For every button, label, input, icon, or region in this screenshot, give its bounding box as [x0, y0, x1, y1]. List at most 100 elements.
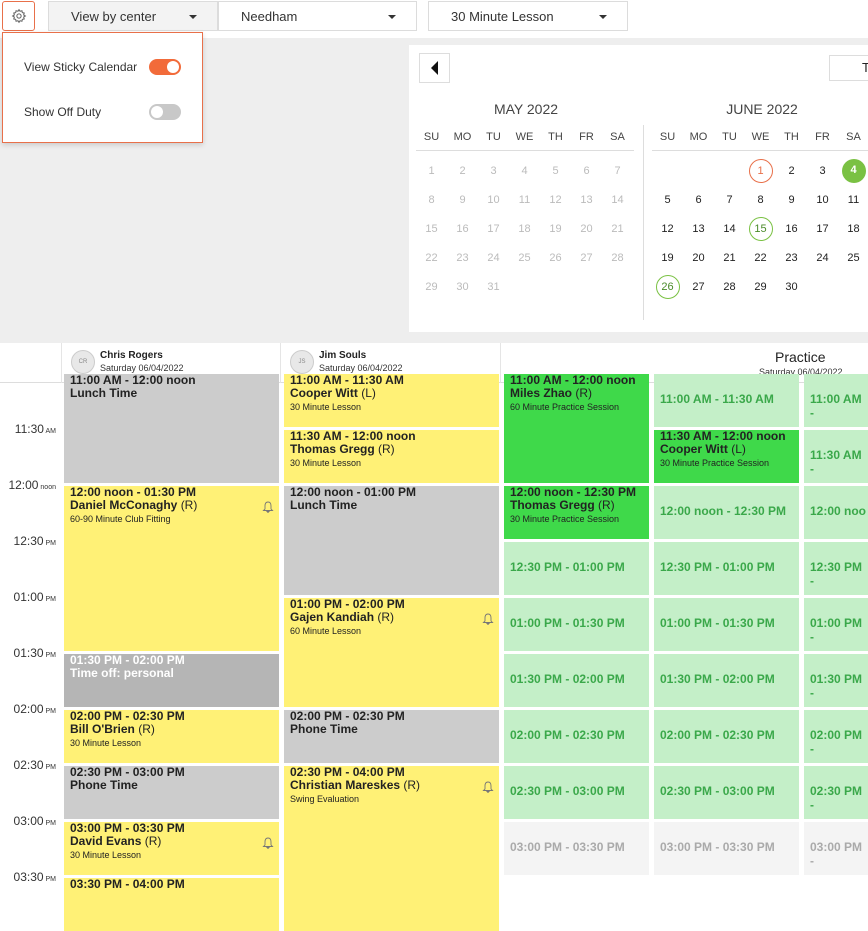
open-slot[interactable]: 01:00 PM - 01:30 PM [504, 598, 649, 651]
calendar-day[interactable]: 20 [571, 217, 602, 241]
appointment[interactable]: 03:30 PM - 04:00 PM [64, 878, 279, 931]
open-slot[interactable]: 03:00 PM - 03:30 PM [504, 822, 649, 875]
open-slot[interactable]: 02:30 PM - 03:00 PM [654, 766, 799, 819]
open-slot[interactable]: 02:00 PM - 02:30 PM [654, 710, 799, 763]
appointment[interactable]: 12:00 noon - 01:30 PM Daniel McConaghy (R… [64, 486, 279, 651]
calendar-day[interactable]: 19 [652, 246, 683, 270]
open-slot[interactable]: 12:00 noon - 12:30 PM [654, 486, 799, 539]
calendar-day[interactable]: 9 [447, 188, 478, 212]
open-slot[interactable]: 11:30 AM - [804, 430, 868, 483]
appointment[interactable]: 02:00 PM - 02:30 PM Bill O'Brien (R) 30 Mi… [64, 710, 279, 763]
calendar-day[interactable]: 28 [602, 246, 633, 270]
appointment[interactable]: 01:00 PM - 02:00 PM Gajen Kandiah (R) 60 M… [284, 598, 499, 707]
open-slot[interactable]: 12:30 PM - 01:00 PM [654, 542, 799, 595]
open-slot[interactable]: 01:00 PM - 01:30 PM [654, 598, 799, 651]
calendar-day[interactable]: 26 [655, 275, 680, 299]
calendar-day[interactable]: 9 [776, 188, 807, 212]
settings-button[interactable] [2, 1, 35, 31]
appointment[interactable]: 11:00 AM - 11:30 AM Cooper Witt (L) 30 Min… [284, 374, 499, 427]
calendar-day[interactable]: 27 [683, 275, 714, 299]
open-slot[interactable]: 12:30 PM - [804, 542, 868, 595]
calendar-day[interactable]: 23 [447, 246, 478, 270]
open-slot[interactable]: 12:30 PM - 01:00 PM [504, 542, 649, 595]
open-slot[interactable]: 01:30 PM - 02:00 PM [654, 654, 799, 707]
open-slot[interactable]: 11:00 AM - 11:30 AM [654, 374, 799, 427]
calendar-day[interactable]: 29 [416, 275, 447, 299]
calendar-day[interactable]: 17 [807, 217, 838, 241]
calendar-day[interactable]: 10 [478, 188, 509, 212]
location-select[interactable]: Needham [218, 1, 417, 31]
calendar-day[interactable]: 17 [478, 217, 509, 241]
open-slot[interactable]: 01:30 PM - 02:00 PM [504, 654, 649, 707]
appointment[interactable]: 12:00 noon - 12:30 PM Thomas Gregg (R) 30 … [504, 486, 649, 539]
open-slot[interactable]: 01:00 PM - [804, 598, 868, 651]
calendar-day[interactable]: 2 [447, 159, 478, 183]
appointment[interactable]: 11:30 AM - 12:00 noon Cooper Witt (L) 30 M… [654, 430, 799, 483]
calendar-day[interactable]: 30 [776, 275, 807, 299]
calendar-day[interactable]: 19 [540, 217, 571, 241]
appointment[interactable]: 11:00 AM - 12:00 noon Miles Zhao (R) 60 Mi… [504, 374, 649, 483]
calendar-day[interactable]: 25 [838, 246, 868, 270]
appointment[interactable]: 11:00 AM - 12:00 noon Lunch Time [64, 374, 279, 483]
calendar-day[interactable]: 6 [683, 188, 714, 212]
appointment[interactable]: 02:30 PM - 03:00 PM Phone Time [64, 766, 279, 819]
calendar-day[interactable]: 10 [807, 188, 838, 212]
today-button[interactable]: T [829, 55, 868, 81]
calendar-day[interactable]: 31 [478, 275, 509, 299]
appointment[interactable]: 03:00 PM - 03:30 PM David Evans (R) 30 Min… [64, 822, 279, 875]
calendar-day[interactable]: 25 [509, 246, 540, 270]
open-slot[interactable]: 01:30 PM - [804, 654, 868, 707]
calendar-day[interactable]: 27 [571, 246, 602, 270]
calendar-day[interactable]: 30 [447, 275, 478, 299]
calendar-day[interactable]: 12 [540, 188, 571, 212]
appointment[interactable]: 02:30 PM - 04:00 PM Christian Mareskes (R… [284, 766, 499, 931]
calendar-day[interactable]: 14 [602, 188, 633, 212]
calendar-day[interactable]: 22 [745, 246, 776, 270]
calendar-day[interactable]: 11 [838, 188, 868, 212]
calendar-day[interactable]: 28 [714, 275, 745, 299]
calendar-day[interactable]: 6 [571, 159, 602, 183]
calendar-day[interactable]: 23 [776, 246, 807, 270]
sticky-calendar-toggle[interactable] [149, 59, 181, 75]
calendar-day[interactable]: 2 [776, 159, 807, 183]
calendar-day[interactable]: 24 [807, 246, 838, 270]
appointment[interactable]: 12:00 noon - 01:00 PM Lunch Time [284, 486, 499, 595]
calendar-day[interactable]: 7 [602, 159, 633, 183]
calendar-day[interactable]: 24 [478, 246, 509, 270]
calendar-day[interactable]: 20 [683, 246, 714, 270]
calendar-day[interactable]: 18 [838, 217, 868, 241]
calendar-day[interactable]: 11 [509, 188, 540, 212]
open-slot[interactable]: 02:30 PM - 03:00 PM [504, 766, 649, 819]
open-slot[interactable]: 12:00 noo [804, 486, 868, 539]
calendar-day[interactable]: 3 [478, 159, 509, 183]
calendar-day[interactable]: 4 [509, 159, 540, 183]
appointment[interactable]: 01:30 PM - 02:00 PM Time off: personal [64, 654, 279, 707]
open-slot[interactable]: 11:00 AM - [804, 374, 868, 427]
calendar-day[interactable]: 5 [652, 188, 683, 212]
calendar-day[interactable]: 18 [509, 217, 540, 241]
calendar-day[interactable]: 8 [745, 188, 776, 212]
calendar-day[interactable]: 26 [540, 246, 571, 270]
calendar-day[interactable]: 16 [447, 217, 478, 241]
calendar-day[interactable]: 8 [416, 188, 447, 212]
appointment[interactable]: 02:00 PM - 02:30 PM Phone Time [284, 710, 499, 763]
lesson-select[interactable]: 30 Minute Lesson [428, 1, 628, 31]
open-slot[interactable]: 02:00 PM - [804, 710, 868, 763]
calendar-day[interactable]: 1 [748, 159, 773, 183]
open-slot[interactable]: 02:30 PM - [804, 766, 868, 819]
view-select[interactable]: View by center [48, 1, 218, 31]
calendar-day[interactable]: 4 [841, 159, 866, 183]
appointment[interactable]: 11:30 AM - 12:00 noon Thomas Gregg (R) 30 … [284, 430, 499, 483]
open-slot[interactable]: 03:00 PM - [804, 822, 868, 875]
calendar-day[interactable]: 15 [416, 217, 447, 241]
calendar-day[interactable]: 12 [652, 217, 683, 241]
calendar-day[interactable]: 29 [745, 275, 776, 299]
calendar-day[interactable]: 7 [714, 188, 745, 212]
calendar-day[interactable]: 14 [714, 217, 745, 241]
prev-month-button[interactable] [419, 53, 450, 83]
calendar-day[interactable]: 21 [714, 246, 745, 270]
open-slot[interactable]: 02:00 PM - 02:30 PM [504, 710, 649, 763]
calendar-day[interactable]: 21 [602, 217, 633, 241]
calendar-day[interactable]: 22 [416, 246, 447, 270]
calendar-day[interactable]: 13 [683, 217, 714, 241]
